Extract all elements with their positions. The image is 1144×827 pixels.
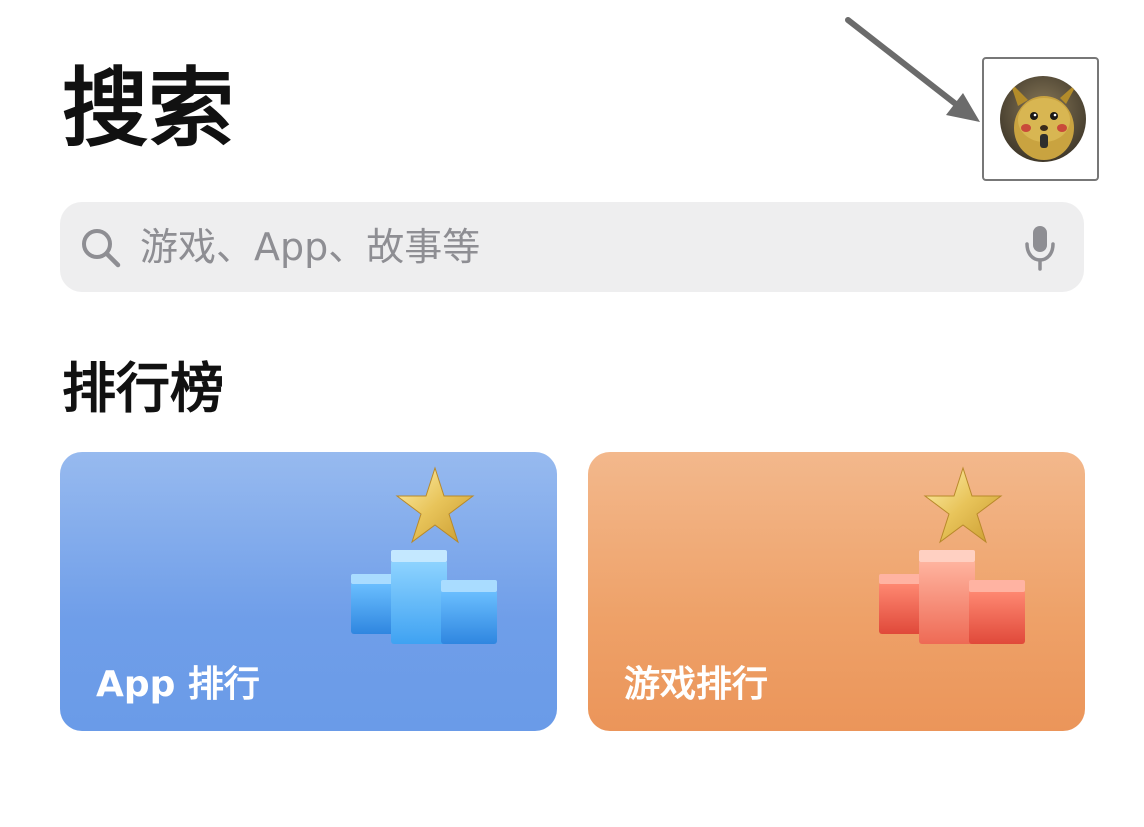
app-charts-card[interactable]: App 排行	[60, 452, 557, 731]
search-input[interactable]	[140, 202, 1020, 292]
search-bar[interactable]	[60, 202, 1084, 292]
section-title-charts: 排行榜	[62, 357, 224, 420]
search-icon	[82, 229, 121, 268]
search-page: 搜索 游戏、App、故事等 排行榜 App 排行 游戏排行	[0, 0, 1144, 827]
app-charts-label: App 排行	[96, 664, 260, 705]
podium-star-icon	[879, 466, 1025, 644]
profile-avatar[interactable]	[1000, 76, 1086, 162]
podium-star-icon	[351, 466, 497, 644]
mic-icon[interactable]	[1024, 224, 1056, 272]
avatar-image	[1000, 76, 1086, 162]
game-charts-label: 游戏排行	[624, 664, 769, 705]
game-charts-card[interactable]: 游戏排行	[588, 452, 1085, 731]
